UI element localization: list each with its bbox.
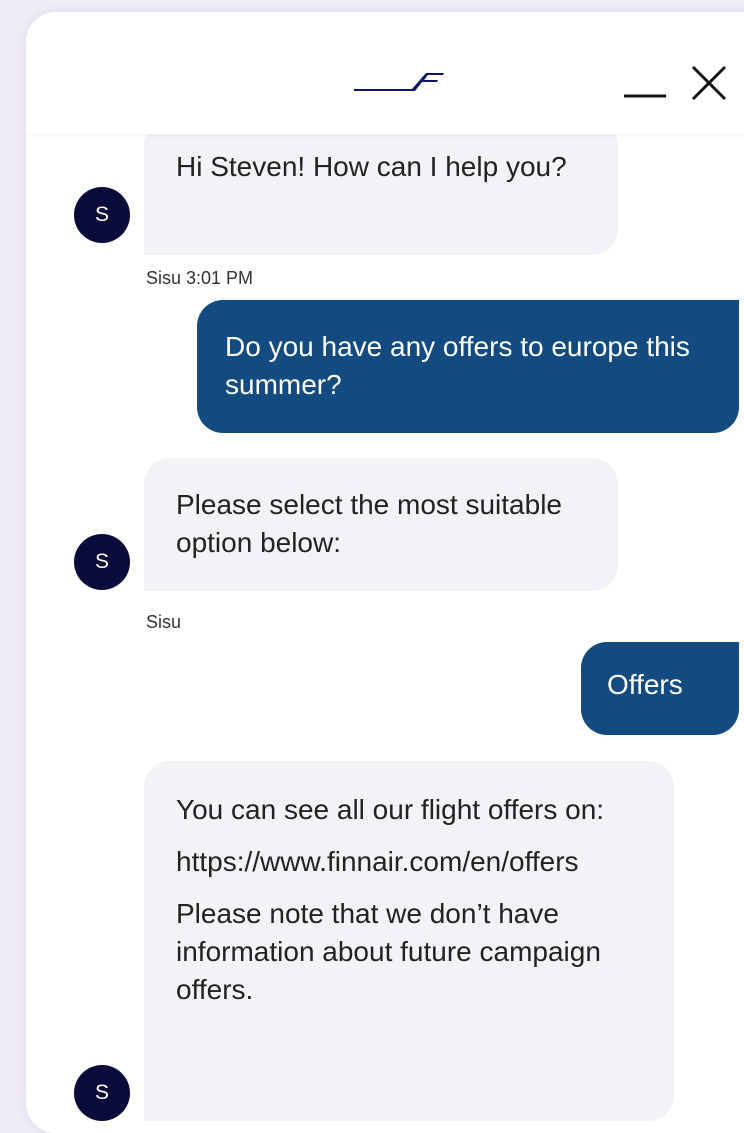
bot-message-text: Hi Steven! How can I help you? xyxy=(176,151,567,182)
bot-message-bubble: Hi Steven! How can I help you? xyxy=(144,134,618,255)
avatar-letter: S xyxy=(94,203,109,226)
bot-message-bubble: You can see all our flight offers on: ht… xyxy=(144,761,674,1121)
offers-link[interactable]: https://www.finnair.com/en/offers xyxy=(176,843,642,881)
minimize-icon xyxy=(624,94,666,98)
close-icon xyxy=(691,65,727,101)
bot-message-bubble: Please select the most suitable option b… xyxy=(144,458,618,591)
user-message-bubble: Offers xyxy=(581,642,739,735)
bot-message-text: Please select the most suitable option b… xyxy=(176,489,562,558)
bot-message-paragraph: Please note that we don’t have informati… xyxy=(176,898,601,1005)
avatar-letter: S xyxy=(94,1081,109,1104)
message-meta: Sisu xyxy=(146,612,182,632)
minimize-button[interactable] xyxy=(622,60,668,106)
bot-avatar: S xyxy=(74,187,130,243)
finnair-logo-icon xyxy=(354,73,444,91)
close-button[interactable] xyxy=(686,60,732,106)
avatar-letter: S xyxy=(94,550,109,573)
user-message-text: Offers xyxy=(607,669,683,700)
user-message-text: Do you have any offers to europe this su… xyxy=(225,331,690,400)
message-list[interactable]: Hi Steven! How can I help you? S Sisu 3:… xyxy=(26,134,744,1133)
chat-window: Hi Steven! How can I help you? S Sisu 3:… xyxy=(26,12,744,1133)
message-meta: Sisu 3:01 PM xyxy=(146,268,254,288)
chat-header xyxy=(26,12,744,134)
bot-avatar: S xyxy=(74,534,130,590)
bot-message-paragraph: You can see all our flight offers on: xyxy=(176,794,605,825)
bot-avatar: S xyxy=(74,1065,130,1121)
user-message-bubble: Do you have any offers to europe this su… xyxy=(197,300,739,433)
